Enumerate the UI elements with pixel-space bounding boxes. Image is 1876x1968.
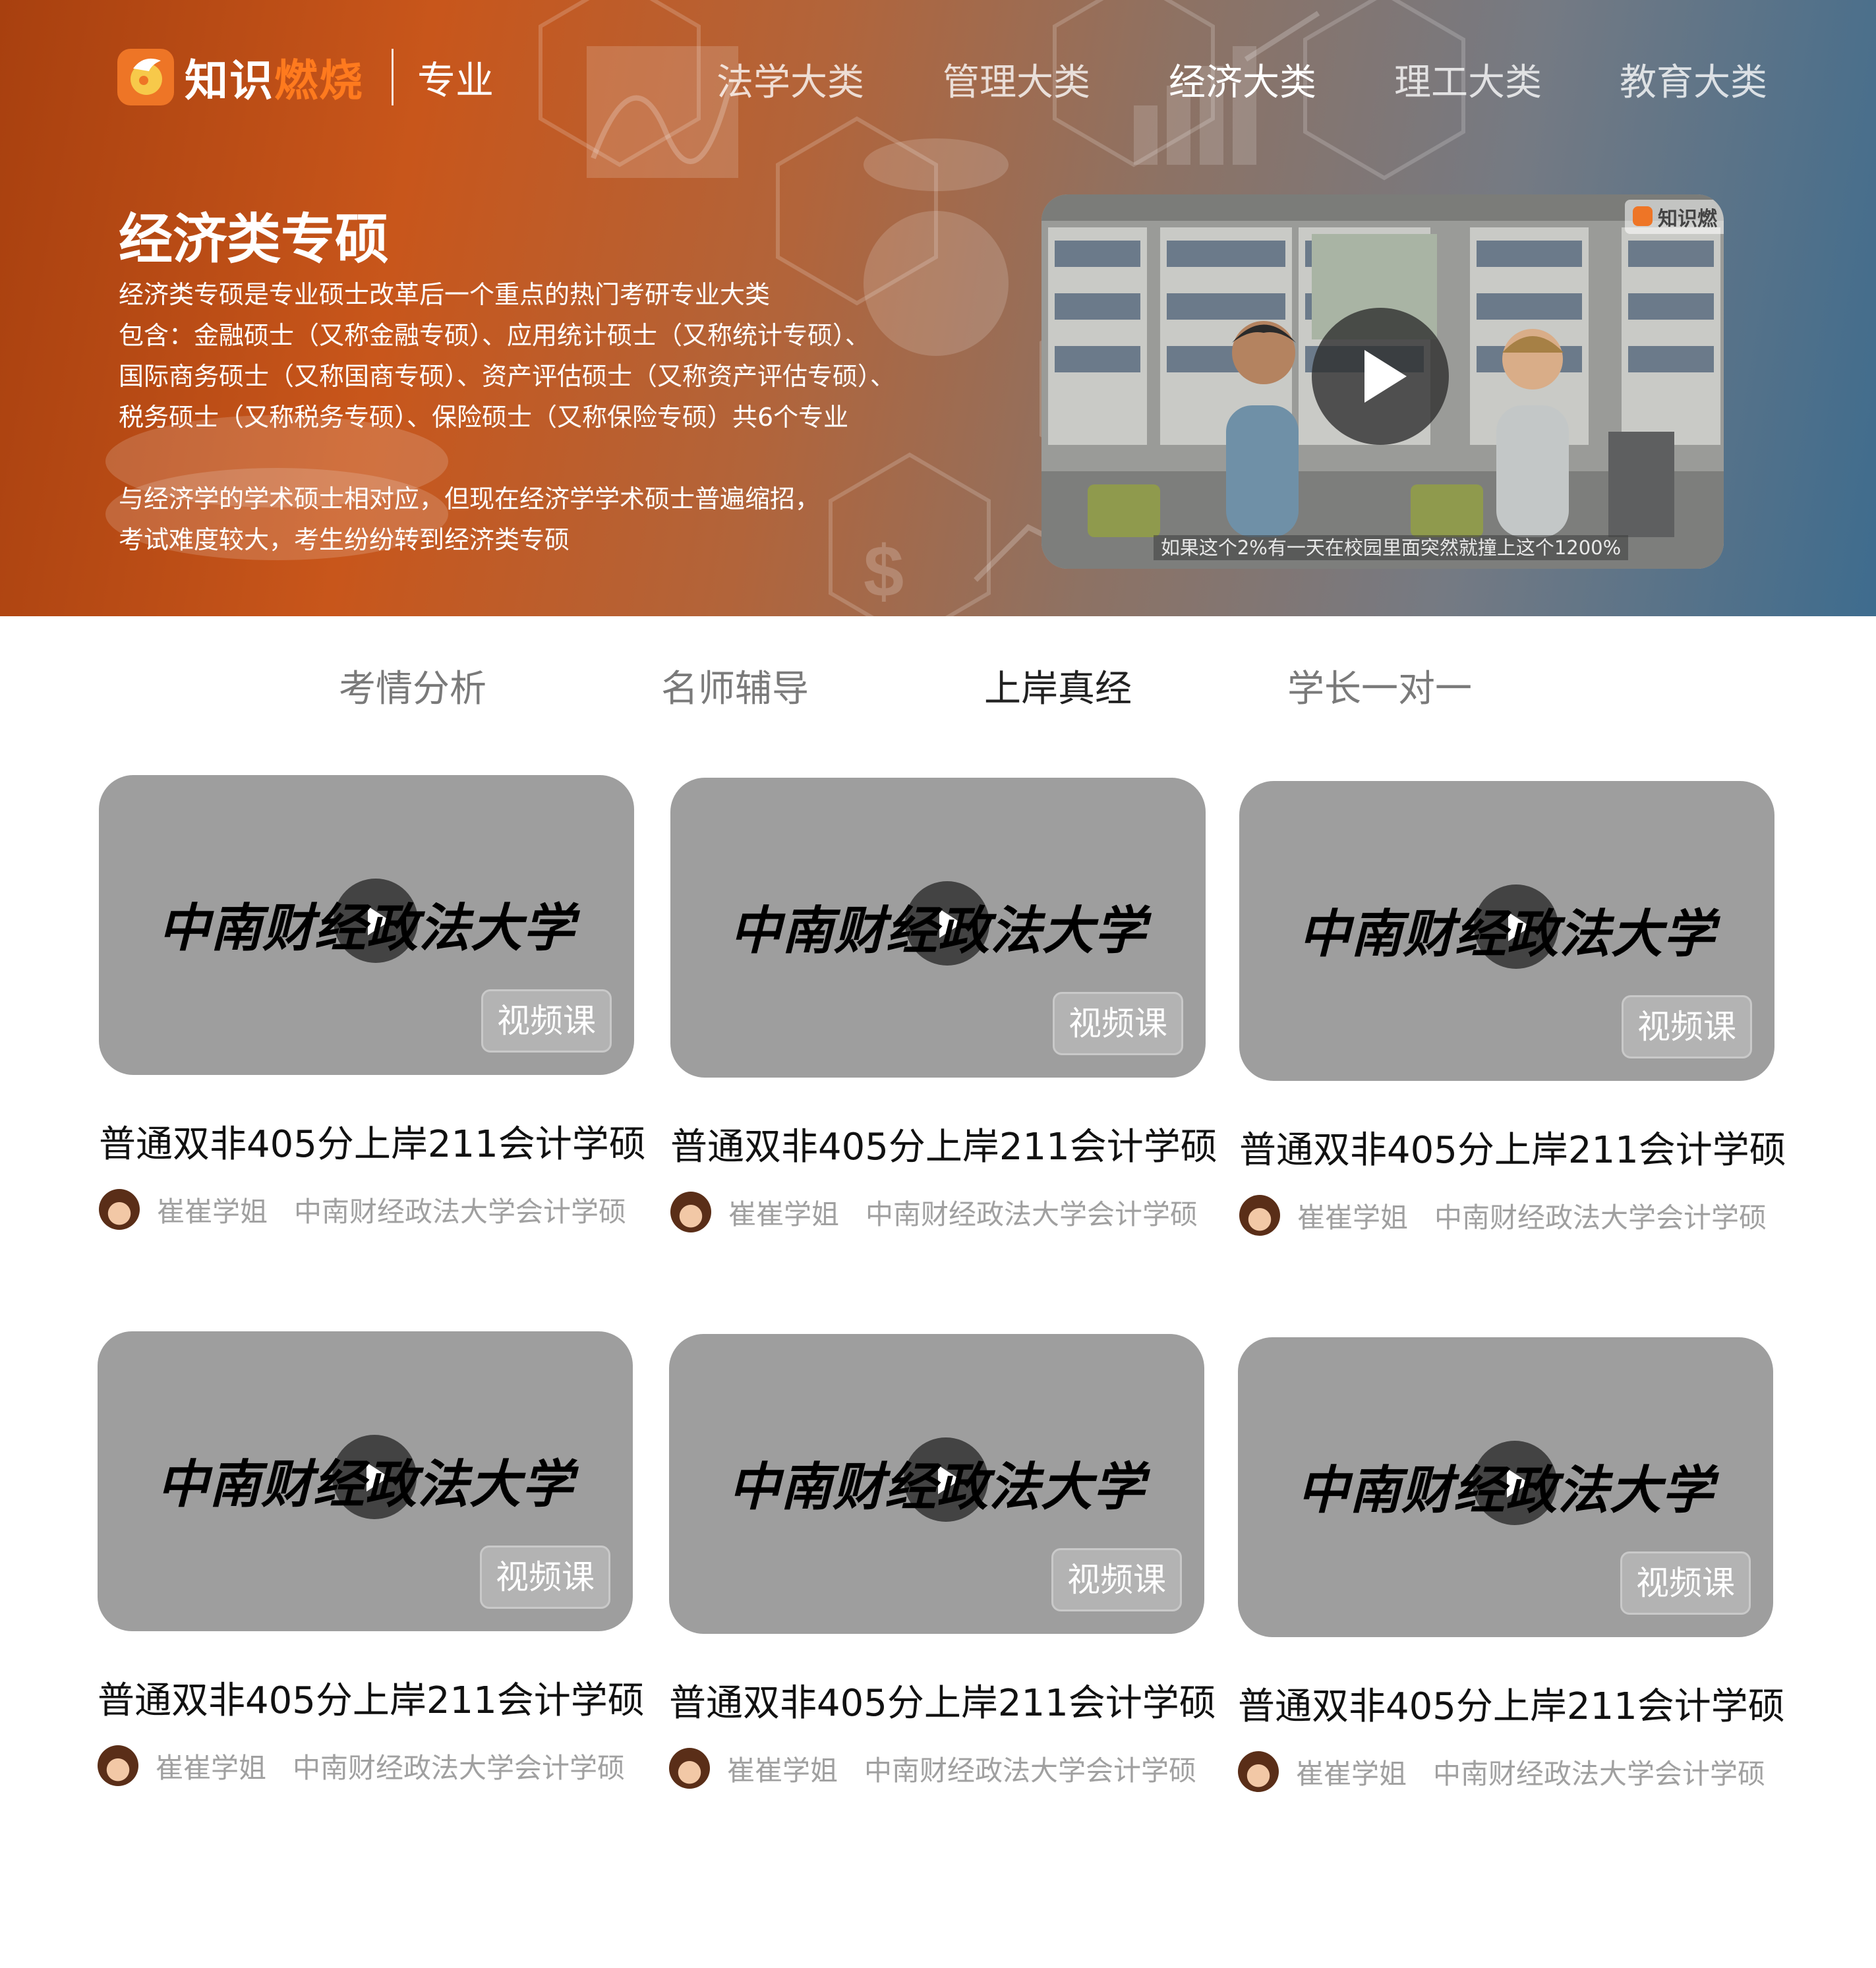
nav-item-engineering[interactable]: 理工大类 bbox=[1394, 53, 1542, 106]
course-card[interactable]: 中南财经政法大学 视频课 普通双非405分上岸211会计学硕 崔崔学姐 中南财经… bbox=[99, 775, 646, 1231]
course-card[interactable]: 中南财经政法大学 视频课 普通双非405分上岸211会计学硕 崔崔学姐 中南财经… bbox=[670, 778, 1217, 1234]
course-title[interactable]: 普通双非405分上岸211会计学硕 bbox=[1239, 1120, 1786, 1174]
video-watermark: 知识燃 bbox=[1625, 200, 1724, 234]
hero-desc-line: 税务硕士（又称税务专硕）、保险硕士（又称保险专硕）共6个专业 bbox=[119, 403, 849, 432]
course-title[interactable]: 普通双非405分上岸211会计学硕 bbox=[669, 1673, 1216, 1727]
hero-desc-line: 经济类专硕是专业硕士改革后一个重点的热门考研专业大类 bbox=[119, 280, 771, 309]
course-meta: 崔崔学姐 中南财经政法大学会计学硕 bbox=[99, 1188, 634, 1231]
video-course-badge: 视频课 bbox=[1051, 1548, 1182, 1611]
hero-desc-line: 国际商务硕士（又称国商专硕）、资产评估硕士（又称资产评估专硕）、 bbox=[119, 362, 896, 391]
course-meta: 崔崔学姐 中南财经政法大学会计学硕 bbox=[98, 1744, 633, 1787]
author-name: 崔崔学姐 bbox=[156, 1751, 267, 1784]
thumbnail-school-name: 中南财经政法大学 bbox=[156, 1455, 573, 1515]
thumbnail-school-name: 中南财经政法大学 bbox=[728, 1458, 1145, 1517]
nav-item-law[interactable]: 法学大类 bbox=[717, 53, 864, 106]
course-title[interactable]: 普通双非405分上岸211会计学硕 bbox=[1238, 1677, 1785, 1730]
thumbnail-school-name: 中南财经政法大学 bbox=[729, 902, 1146, 961]
page: $ 知识燃烧 专业 法学大类 管理大类 经济大类 理工大类 教育大类 经济类专硕… bbox=[0, 0, 1876, 1968]
video-course-badge: 视频课 bbox=[480, 1546, 610, 1609]
course-title[interactable]: 普通双非405分上岸211会计学硕 bbox=[99, 1114, 646, 1168]
course-card[interactable]: 中南财经政法大学 视频课 普通双非405分上岸211会计学硕 崔崔学姐 中南财经… bbox=[669, 1334, 1216, 1790]
course-card[interactable]: 中南财经政法大学 视频课 普通双非405分上岸211会计学硕 崔崔学姐 中南财经… bbox=[1238, 1337, 1785, 1793]
video-course-badge: 视频课 bbox=[481, 989, 612, 1053]
course-card[interactable]: 中南财经政法大学 视频课 普通双非405分上岸211会计学硕 崔崔学姐 中南财经… bbox=[98, 1331, 645, 1787]
hero-title: 经济类专硕 bbox=[119, 208, 390, 271]
course-thumbnail[interactable]: 中南财经政法大学 视频课 bbox=[99, 775, 634, 1075]
thumbnail-school-name: 中南财经政法大学 bbox=[1298, 905, 1715, 964]
hero-video-player[interactable]: 知识燃 如果这个2%有一天在校园里面突然就撞上这个1200% bbox=[1041, 194, 1724, 569]
hero-banner: $ 知识燃烧 专业 法学大类 管理大类 经济大类 理工大类 教育大类 经济类专硕… bbox=[0, 0, 1876, 616]
author-major: 中南财经政法大学会计学硕 bbox=[293, 1751, 626, 1784]
hero-desc-spacer bbox=[119, 438, 976, 478]
course-title[interactable]: 普通双非405分上岸211会计学硕 bbox=[670, 1117, 1217, 1171]
author-major: 中南财经政法大学会计学硕 bbox=[1434, 1201, 1767, 1234]
hero-description: 经济类专硕是专业硕士改革后一个重点的热门考研专业大类 包含：金融硕士（又称金融专… bbox=[119, 274, 976, 560]
video-watermark-logo-icon bbox=[1633, 206, 1653, 226]
course-thumbnail[interactable]: 中南财经政法大学 视频课 bbox=[669, 1334, 1204, 1634]
course-meta: 崔崔学姐 中南财经政法大学会计学硕 bbox=[1239, 1194, 1774, 1237]
author-name: 崔崔学姐 bbox=[157, 1195, 268, 1228]
course-thumbnail[interactable]: 中南财经政法大学 视频课 bbox=[670, 778, 1206, 1078]
avatar bbox=[669, 1748, 710, 1789]
tab-senior-one-on-one[interactable]: 学长一对一 bbox=[1287, 659, 1472, 712]
author-name: 崔崔学姐 bbox=[1297, 1201, 1409, 1234]
author-name: 崔崔学姐 bbox=[728, 1198, 840, 1230]
thumbnail-school-name: 中南财经政法大学 bbox=[158, 899, 575, 958]
video-course-badge: 视频课 bbox=[1620, 1551, 1751, 1615]
avatar bbox=[1238, 1751, 1279, 1792]
course-thumbnail[interactable]: 中南财经政法大学 视频课 bbox=[98, 1331, 633, 1631]
avatar bbox=[1239, 1195, 1280, 1236]
course-card[interactable]: 中南财经政法大学 视频课 普通双非405分上岸211会计学硕 崔崔学姐 中南财经… bbox=[1239, 781, 1786, 1237]
author-major: 中南财经政法大学会计学硕 bbox=[865, 1198, 1198, 1230]
course-meta: 崔崔学姐 中南财经政法大学会计学硕 bbox=[669, 1747, 1204, 1790]
video-course-badge: 视频课 bbox=[1622, 995, 1752, 1058]
nav-item-management[interactable]: 管理大类 bbox=[943, 53, 1090, 106]
author-name: 崔崔学姐 bbox=[727, 1754, 838, 1787]
video-subtitle: 如果这个2%有一天在校园里面突然就撞上这个1200% bbox=[1154, 535, 1628, 560]
course-thumbnail[interactable]: 中南财经政法大学 视频课 bbox=[1239, 781, 1774, 1081]
tab-success-stories[interactable]: 上岸真经 bbox=[984, 659, 1132, 712]
video-course-badge: 视频课 bbox=[1053, 992, 1183, 1055]
hero-desc-line: 与经济学的学术硕士相对应，但现在经济学学术硕士普遍缩招， bbox=[119, 484, 821, 513]
author-major: 中南财经政法大学会计学硕 bbox=[1433, 1757, 1766, 1790]
thumbnail-school-name: 中南财经政法大学 bbox=[1297, 1461, 1714, 1520]
category-nav: 法学大类 管理大类 经济大类 理工大类 教育大类 bbox=[0, 53, 1876, 105]
avatar bbox=[98, 1745, 138, 1786]
avatar bbox=[99, 1189, 140, 1230]
tab-teacher-tutoring[interactable]: 名师辅导 bbox=[661, 659, 809, 712]
hero-desc-line: 考试难度较大，考生纷纷转到经济类专硕 bbox=[119, 525, 570, 554]
author-major: 中南财经政法大学会计学硕 bbox=[294, 1195, 627, 1228]
nav-item-education[interactable]: 教育大类 bbox=[1620, 53, 1767, 106]
course-meta: 崔崔学姐 中南财经政法大学会计学硕 bbox=[670, 1190, 1206, 1234]
hero-desc-line: 包含：金融硕士（又称金融专硕）、应用统计硕士（又称统计专硕）、 bbox=[119, 321, 871, 350]
section-tabs: 考情分析 名师辅导 上岸真经 学长一对一 bbox=[0, 659, 1876, 718]
course-title[interactable]: 普通双非405分上岸211会计学硕 bbox=[98, 1671, 645, 1724]
course-meta: 崔崔学姐 中南财经政法大学会计学硕 bbox=[1238, 1750, 1773, 1793]
course-thumbnail[interactable]: 中南财经政法大学 视频课 bbox=[1238, 1337, 1773, 1637]
play-icon[interactable] bbox=[1312, 308, 1449, 445]
author-name: 崔崔学姐 bbox=[1296, 1757, 1407, 1790]
nav-item-economics[interactable]: 经济大类 bbox=[1169, 53, 1316, 106]
author-major: 中南财经政法大学会计学硕 bbox=[864, 1754, 1197, 1787]
tab-exam-analysis[interactable]: 考情分析 bbox=[339, 659, 486, 712]
avatar bbox=[670, 1192, 711, 1232]
